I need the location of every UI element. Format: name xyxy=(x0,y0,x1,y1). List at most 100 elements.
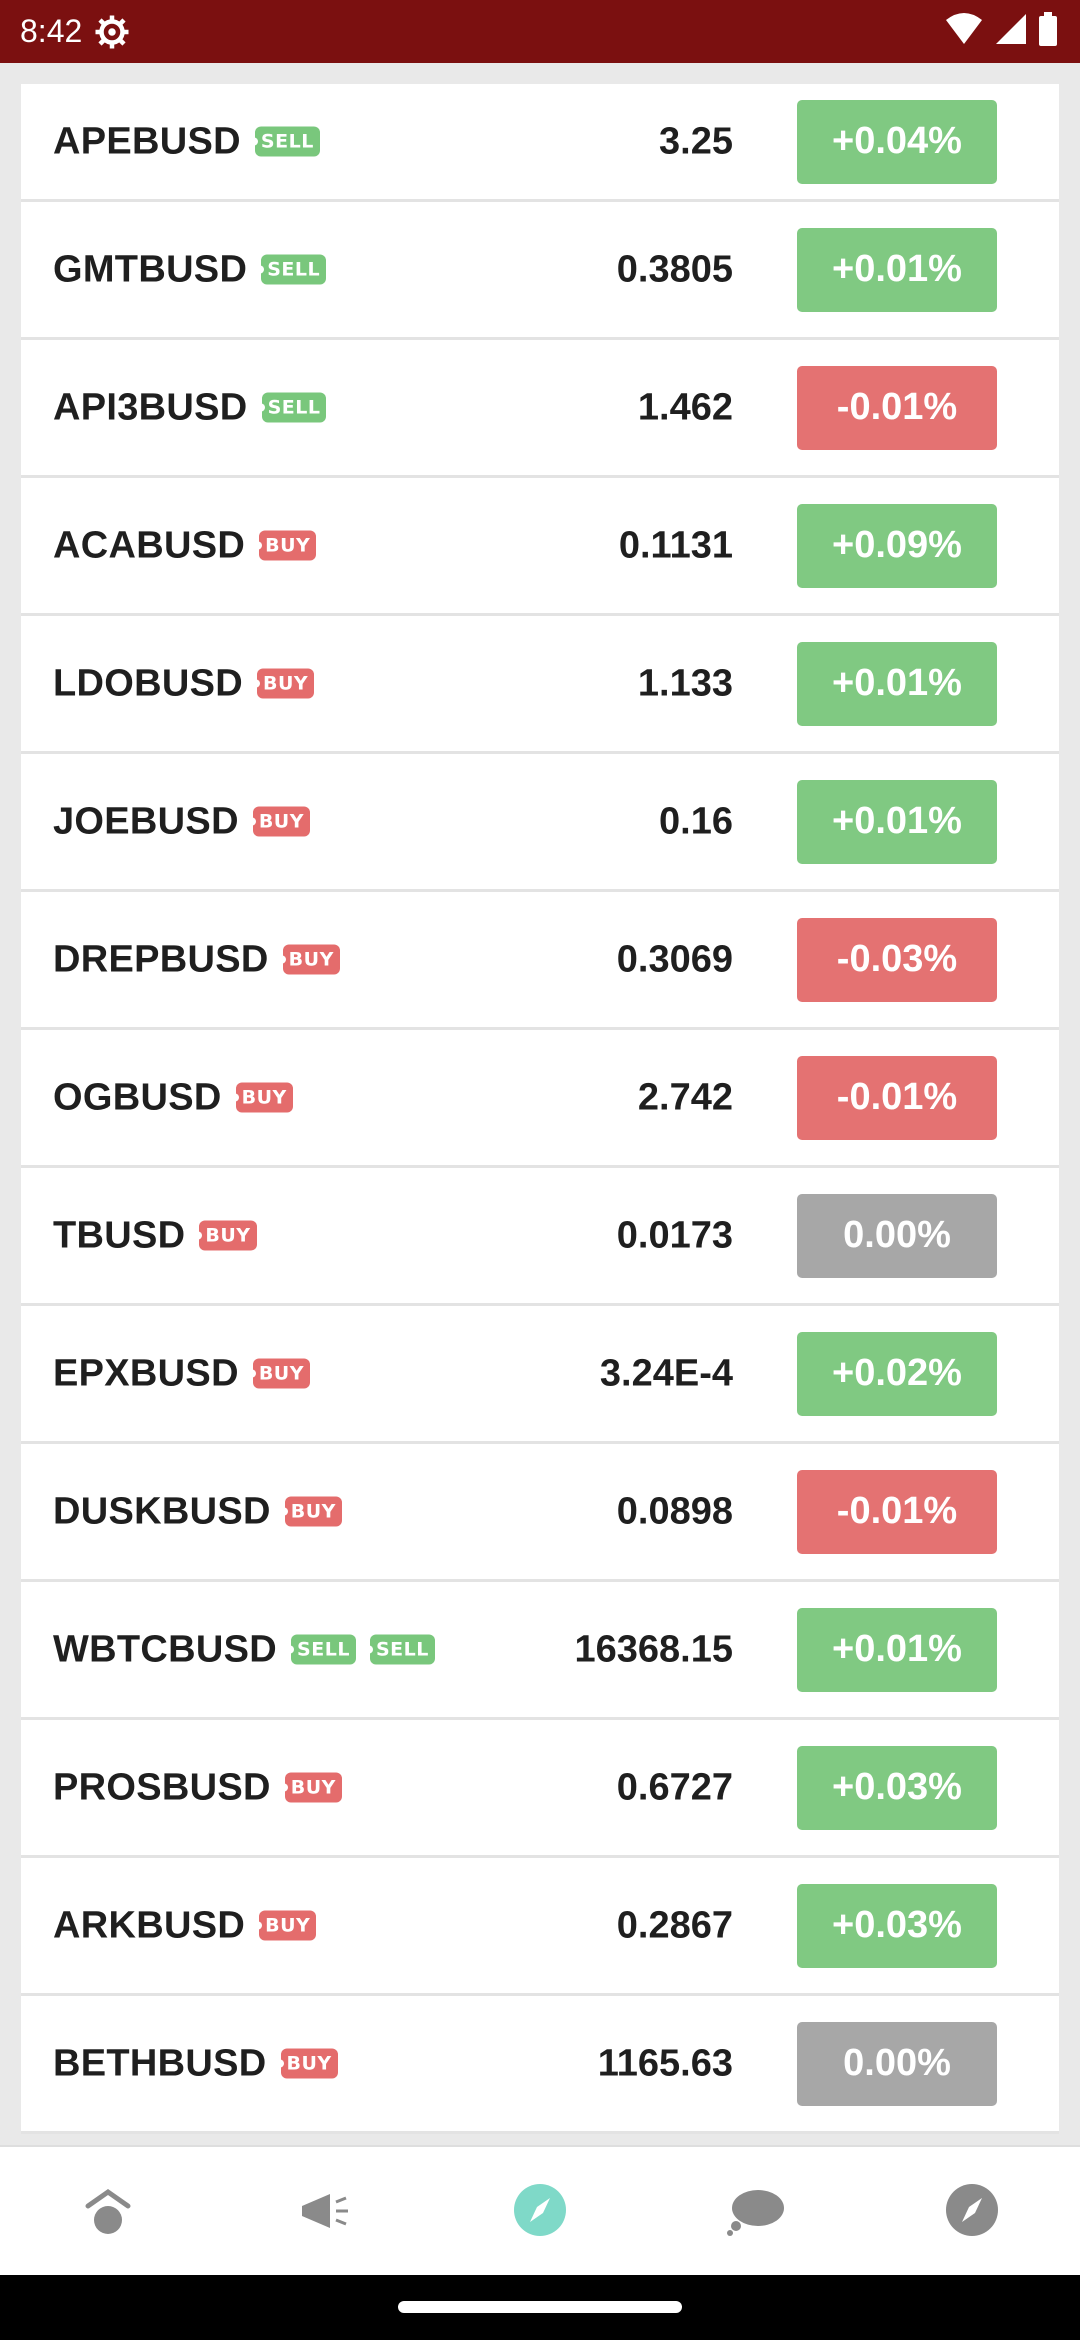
megaphone-icon xyxy=(294,2180,354,2245)
price-value: 1165.63 xyxy=(597,2042,733,2084)
change-percent-badge[interactable]: 0.00% xyxy=(797,2021,997,2106)
home-gesture-pill[interactable] xyxy=(398,2301,682,2313)
symbol-name: WBTCBUSD xyxy=(53,1628,278,1670)
ticker-row[interactable]: WBTCBUSD SELL SELL 16368.15 +0.01% xyxy=(21,1582,1059,1720)
symbol-name: TBUSD xyxy=(53,1214,186,1256)
price-value: 0.0898 xyxy=(616,1490,733,1532)
ticker-row[interactable]: JOEBUSD BUY 0.16 +0.01% xyxy=(21,754,1059,892)
change-percent-badge[interactable]: +0.09% xyxy=(797,503,997,588)
ticker-row[interactable]: APEBUSD SELL 3.25 +0.04% xyxy=(21,84,1059,202)
symbol-cell: ACABUSD BUY xyxy=(53,524,317,567)
chat-nav-item[interactable] xyxy=(716,2172,796,2252)
compass-icon xyxy=(942,2180,1002,2245)
sell-tag: SELL xyxy=(256,254,327,285)
home-nav-item[interactable] xyxy=(68,2172,148,2252)
ticker-row[interactable]: GMTBUSD SELL 0.3805 +0.01% xyxy=(21,202,1059,340)
change-percent-badge[interactable]: +0.01% xyxy=(797,1607,997,1692)
change-percent-badge[interactable]: -0.01% xyxy=(797,1469,997,1554)
battery-icon xyxy=(1039,12,1057,46)
symbol-cell: API3BUSD SELL xyxy=(53,386,327,429)
change-percent-badge[interactable]: +0.03% xyxy=(797,1745,997,1830)
price-value: 1.133 xyxy=(637,662,733,704)
megaphone-nav-item[interactable] xyxy=(284,2172,364,2252)
gesture-navigation-bar xyxy=(0,2275,1080,2340)
symbol-name: ACABUSD xyxy=(53,524,246,566)
change-percent-badge[interactable]: +0.01% xyxy=(797,641,997,726)
buy-tag: BUY xyxy=(251,668,315,699)
symbol-name: JOEBUSD xyxy=(53,800,239,842)
change-percent-badge[interactable]: -0.01% xyxy=(797,1055,997,1140)
buy-tag: BUY xyxy=(277,944,340,975)
price-value: 0.3805 xyxy=(616,248,733,290)
symbol-cell: EPXBUSD BUY xyxy=(53,1352,310,1395)
ticker-row[interactable]: DUSKBUSD BUY 0.0898 -0.01% xyxy=(21,1444,1059,1582)
buy-tag: BUY xyxy=(247,1358,310,1389)
status-icons xyxy=(944,12,1058,46)
symbol-name: DREPBUSD xyxy=(53,938,269,980)
symbol-cell: DREPBUSD BUY xyxy=(53,938,340,981)
ticker-row[interactable]: BETHBUSD BUY 1165.63 0.00% xyxy=(21,1996,1059,2134)
symbol-name: DUSKBUSD xyxy=(53,1490,271,1532)
ticker-row[interactable]: DREPBUSD BUY 0.3069 -0.03% xyxy=(21,892,1059,1030)
ticker-row[interactable]: ARKBUSD BUY 0.2867 +0.03% xyxy=(21,1858,1059,1996)
buy-tag: BUY xyxy=(254,1910,317,1941)
price-value: 3.24E-4 xyxy=(599,1352,733,1394)
home-icon xyxy=(78,2180,138,2245)
ticker-row[interactable]: EPXBUSD BUY 3.24E-4 +0.02% xyxy=(21,1306,1059,1444)
ticker-row[interactable]: PROSBUSD BUY 0.6727 +0.03% xyxy=(21,1720,1059,1858)
symbol-cell: APEBUSD SELL xyxy=(53,120,320,163)
change-percent-badge[interactable]: +0.01% xyxy=(797,779,997,864)
compass-nav-item[interactable] xyxy=(500,2172,580,2252)
compass-nav-item[interactable] xyxy=(932,2172,1012,2252)
sell-tag: SELL xyxy=(249,126,320,157)
symbol-cell: BETHBUSD BUY xyxy=(53,2042,338,2085)
price-value: 0.16 xyxy=(659,800,733,842)
ticker-row[interactable]: OGBUSD BUY 2.742 -0.01% xyxy=(21,1030,1059,1168)
symbol-cell: DUSKBUSD BUY xyxy=(53,1490,342,1533)
symbol-name: LDOBUSD xyxy=(53,662,243,704)
price-value: 0.3069 xyxy=(616,938,733,980)
buy-tag: BUY xyxy=(279,1496,342,1527)
change-percent-badge[interactable]: -0.01% xyxy=(797,365,997,450)
symbol-name: OGBUSD xyxy=(53,1076,222,1118)
ticker-row[interactable]: ACABUSD BUY 0.1131 +0.09% xyxy=(21,478,1059,616)
ticker-row[interactable]: TBUSD BUY 0.0173 0.00% xyxy=(21,1168,1059,1306)
change-percent-badge[interactable]: +0.02% xyxy=(797,1331,997,1416)
signal-icon xyxy=(996,14,1026,44)
change-percent-badge[interactable]: +0.01% xyxy=(797,227,997,312)
chat-icon xyxy=(724,2180,788,2245)
bottom-navigation xyxy=(0,2145,1080,2277)
symbol-cell: PROSBUSD BUY xyxy=(53,1766,342,1809)
change-percent-badge[interactable]: 0.00% xyxy=(797,1193,997,1278)
change-percent-badge[interactable]: -0.03% xyxy=(797,917,997,1002)
symbol-cell: WBTCBUSD SELL SELL xyxy=(53,1628,435,1671)
symbol-cell: TBUSD BUY xyxy=(53,1214,257,1257)
compass-icon xyxy=(510,2180,570,2245)
buy-tag: BUY xyxy=(279,1772,342,1803)
change-percent-badge[interactable]: +0.03% xyxy=(797,1883,997,1968)
wifi-icon xyxy=(946,13,982,44)
symbol-name: ARKBUSD xyxy=(53,1904,246,1946)
buy-tag: BUY xyxy=(275,2048,338,2079)
status-bar: 8:42 xyxy=(0,0,1080,63)
ticker-row[interactable]: LDOBUSD BUY 1.133 +0.01% xyxy=(21,616,1059,754)
status-time: 8:42 xyxy=(20,13,83,49)
symbol-cell: LDOBUSD BUY xyxy=(53,662,315,705)
buy-tag: BUY xyxy=(230,1082,293,1113)
change-percent-badge[interactable]: +0.04% xyxy=(797,99,997,184)
symbol-name: API3BUSD xyxy=(53,386,248,428)
price-value: 1.462 xyxy=(637,386,733,428)
symbol-name: APEBUSD xyxy=(53,120,241,162)
ticker-row[interactable]: API3BUSD SELL 1.462 -0.01% xyxy=(21,340,1059,478)
symbol-name: PROSBUSD xyxy=(53,1766,271,1808)
symbol-name: GMTBUSD xyxy=(53,248,248,290)
symbol-cell: OGBUSD BUY xyxy=(53,1076,293,1119)
sell-tag: SELL xyxy=(256,392,327,423)
symbol-name: BETHBUSD xyxy=(53,2042,267,2084)
price-value: 0.6727 xyxy=(616,1766,733,1808)
price-value: 2.742 xyxy=(637,1076,733,1118)
settings-gear-icon xyxy=(95,15,129,48)
buy-tag: BUY xyxy=(194,1220,257,1251)
buy-tag: BUY xyxy=(247,806,310,837)
ticker-list[interactable]: APEBUSD SELL 3.25 +0.04% GMTBUSD SELL 0.3805 +0… xyxy=(21,84,1059,2134)
